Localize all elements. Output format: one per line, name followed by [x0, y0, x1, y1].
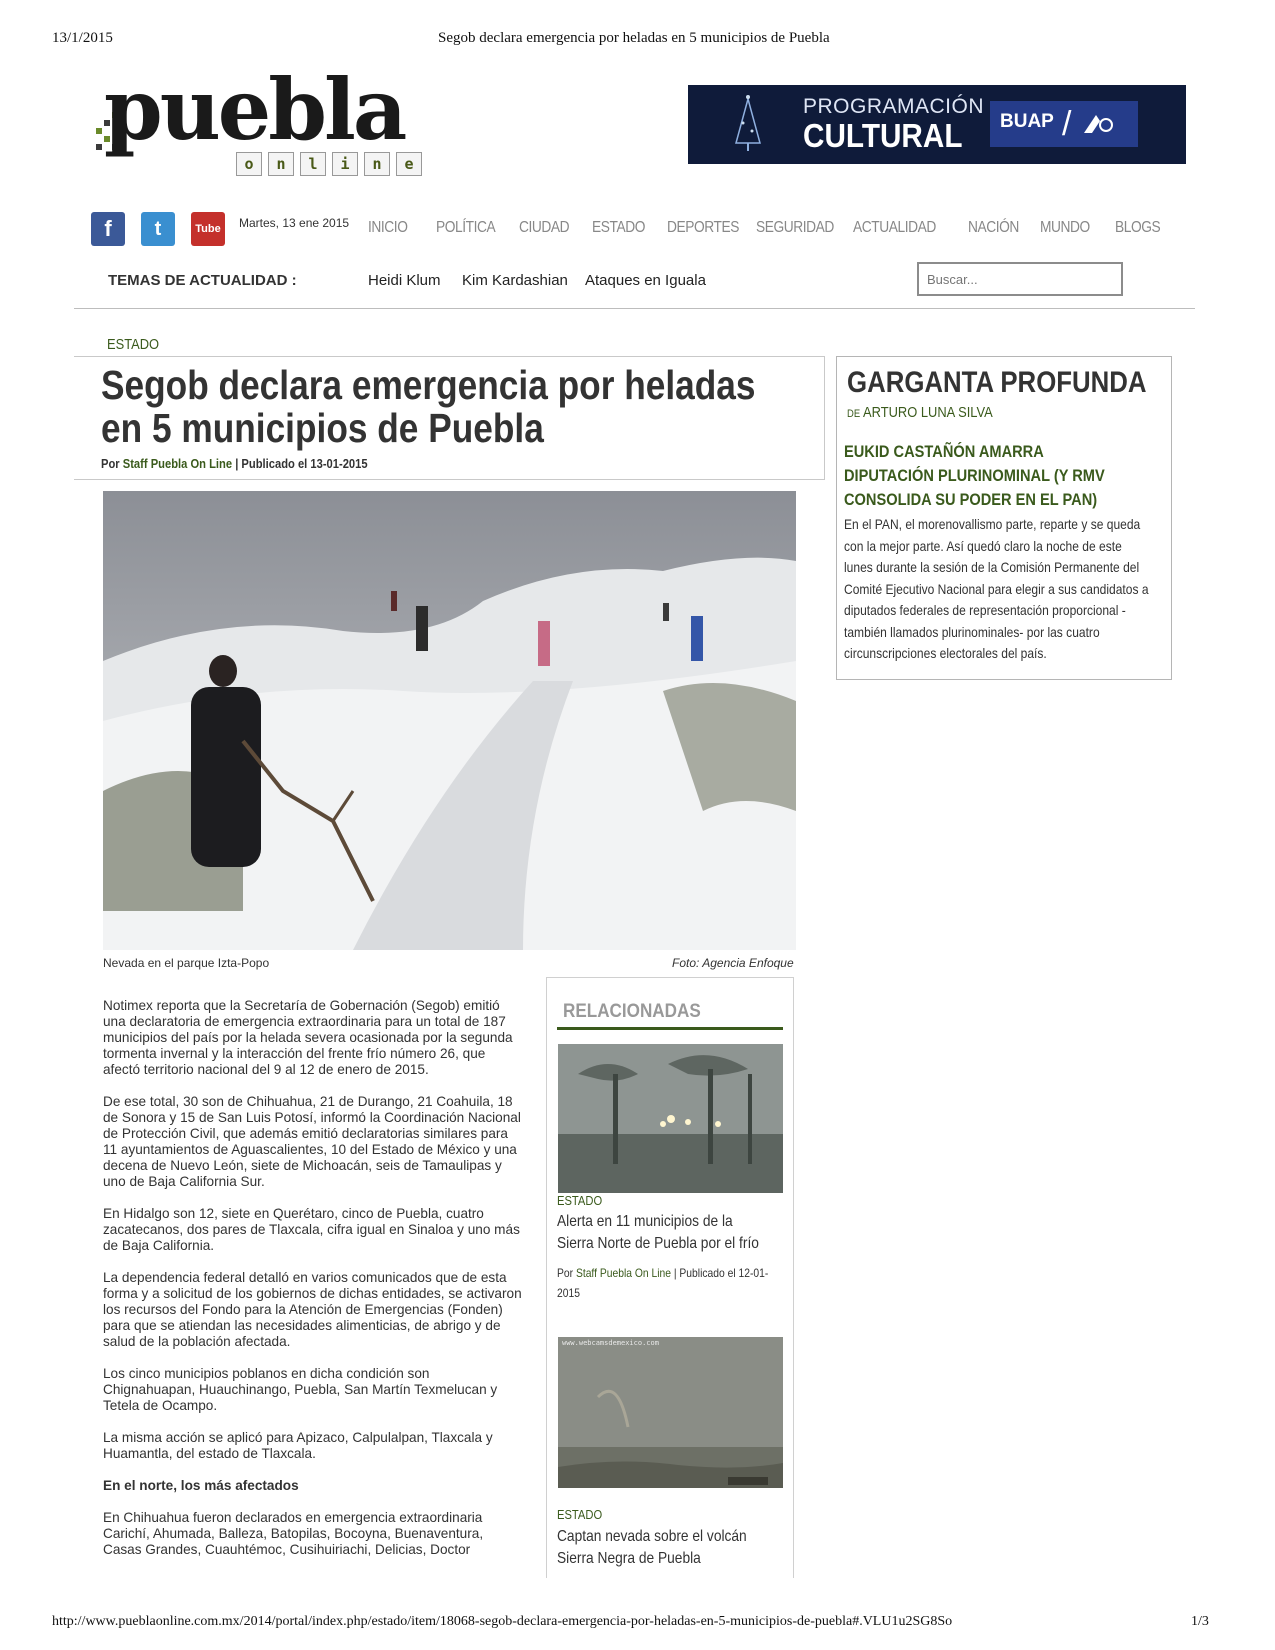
nav-mundo[interactable]: MUNDO	[1040, 219, 1090, 237]
topics-label: TEMAS DE ACTUALIDAD :	[108, 272, 297, 289]
nav-nacion[interactable]: NACIÓN	[968, 219, 1019, 237]
nav-ciudad[interactable]: CIUDAD	[519, 219, 570, 237]
related-image-fog-trees[interactable]	[558, 1044, 783, 1193]
byline-prefix: Por	[101, 456, 120, 471]
webcam-watermark: www.webcamsdemexico.com	[562, 1339, 659, 1347]
article-paragraph: La misma acción se aplicó para Apizaco, …	[103, 1430, 493, 1461]
logo-pixel	[96, 144, 102, 150]
search-input[interactable]	[917, 262, 1123, 296]
print-title: Segob declara emergencia por heladas en …	[438, 30, 830, 46]
related-image-volcano-cam[interactable]	[558, 1337, 783, 1488]
logo-letter: n	[268, 152, 294, 176]
logo-pixel	[96, 128, 102, 134]
nav-blogs[interactable]: BLOGS	[1115, 219, 1161, 237]
article-paragraph: La dependencia federal detalló en varios…	[103, 1270, 522, 1349]
columnist-line: DE ARTURO LUNA SILVA	[847, 404, 993, 421]
column-headline[interactable]: EUKID CASTAÑÓN AMARRA DIPUTACIÓN PLURINO…	[844, 440, 1128, 512]
banner-line2: CULTURAL	[803, 117, 963, 154]
buap-logo: BUAP /	[990, 101, 1138, 147]
header-divider	[74, 308, 1195, 309]
logo-letter: o	[236, 152, 262, 176]
nav-inicio[interactable]: INICIO	[368, 219, 408, 237]
logo-subtitle: online	[236, 152, 428, 176]
topic-link[interactable]: Ataques en Iguala	[585, 272, 706, 289]
slash-divider: /	[1062, 105, 1072, 143]
article-title: Segob declara emergencia por heladas en …	[101, 362, 756, 451]
cultural-complex-icon	[1084, 115, 1113, 133]
article-paragraph: En Hidalgo son 12, siete en Querétaro, c…	[103, 1206, 520, 1253]
related-category[interactable]: ESTADO	[557, 1507, 602, 1522]
related-title: RELACIONADAS	[563, 1001, 701, 1022]
nav-seguridad[interactable]: SEGURIDAD	[756, 219, 834, 237]
nav-actualidad[interactable]: ACTUALIDAD	[853, 219, 936, 237]
related-headline[interactable]: Captan nevada sobre el volcán Sierra Neg…	[557, 1526, 772, 1570]
columnist-prefix: DE	[847, 408, 861, 420]
byline-author[interactable]: Staff Puebla On Line	[576, 1266, 671, 1280]
byline-published: | Publicado el 13-01-2015	[235, 456, 368, 471]
nav-politica[interactable]: POLÍTICA	[436, 219, 496, 237]
nav-estado[interactable]: ESTADO	[592, 219, 645, 237]
facebook-icon[interactable]: f	[91, 212, 125, 246]
column-excerpt: En el PAN, el morenovallismo parte, repa…	[844, 516, 1149, 661]
image-caption: Nevada en el parque Izta-Popo	[103, 956, 270, 970]
logo-letter: l	[300, 152, 326, 176]
related-byline: Por Staff Puebla On Line | Publicado el …	[557, 1263, 772, 1303]
print-page-number: 1/3	[1191, 1614, 1209, 1629]
image-credit: Foto: Agencia Enfoque	[672, 956, 794, 970]
logo-letter: n	[364, 152, 390, 176]
article-body: Notimex reporta que la Secretaría de Gob…	[103, 998, 523, 1574]
article-image[interactable]	[103, 491, 796, 950]
logo-letter: i	[332, 152, 358, 176]
byline-prefix: Por	[557, 1266, 574, 1280]
topic-link[interactable]: Kim Kardashian	[462, 272, 568, 289]
article-paragraph: Los cinco municipios poblanos en dicha c…	[103, 1366, 498, 1413]
print-url: http://www.pueblaonline.com.mx/2014/port…	[52, 1614, 953, 1629]
byline-author[interactable]: Staff Puebla On Line	[123, 456, 232, 471]
site-logo[interactable]: puebla online	[92, 68, 422, 183]
print-date: 13/1/2015	[52, 30, 113, 46]
nav-deportes[interactable]: DEPORTES	[667, 219, 739, 237]
columnist-name[interactable]: ARTURO LUNA SILVA	[863, 404, 993, 421]
related-underline	[557, 1027, 783, 1030]
article-paragraph: Notimex reporta que la Secretaría de Gob…	[103, 998, 513, 1077]
article-byline: Por Staff Puebla On Line | Publicado el …	[101, 456, 368, 471]
column-title: GARGANTA PROFUNDA	[847, 366, 1147, 399]
article-paragraph: De ese total, 30 son de Chihuahua, 21 de…	[103, 1094, 521, 1189]
banner-line1: PROGRAMACIÓN	[803, 95, 985, 118]
current-date: Martes, 13 ene 2015	[239, 216, 350, 230]
related-category[interactable]: ESTADO	[557, 1193, 602, 1208]
related-headline[interactable]: Alerta en 11 municipios de la Sierra Nor…	[557, 1211, 772, 1255]
buap-label: BUAP	[1000, 111, 1054, 132]
logo-letter: e	[396, 152, 422, 176]
article-category[interactable]: ESTADO	[107, 336, 159, 353]
topic-link[interactable]: Heidi Klum	[368, 272, 441, 289]
christmas-tree-icon	[735, 95, 761, 151]
article-subheading: En el norte, los más afectados	[103, 1478, 299, 1493]
banner-ad[interactable]: PROGRAMACIÓN CULTURAL BUAP /	[688, 85, 1186, 164]
twitter-icon[interactable]: t	[141, 212, 175, 246]
article-paragraph: En Chihuahua fueron declarados en emerge…	[103, 1510, 484, 1557]
youtube-icon[interactable]: Tube	[191, 212, 225, 246]
logo-wordmark: puebla	[104, 60, 407, 159]
